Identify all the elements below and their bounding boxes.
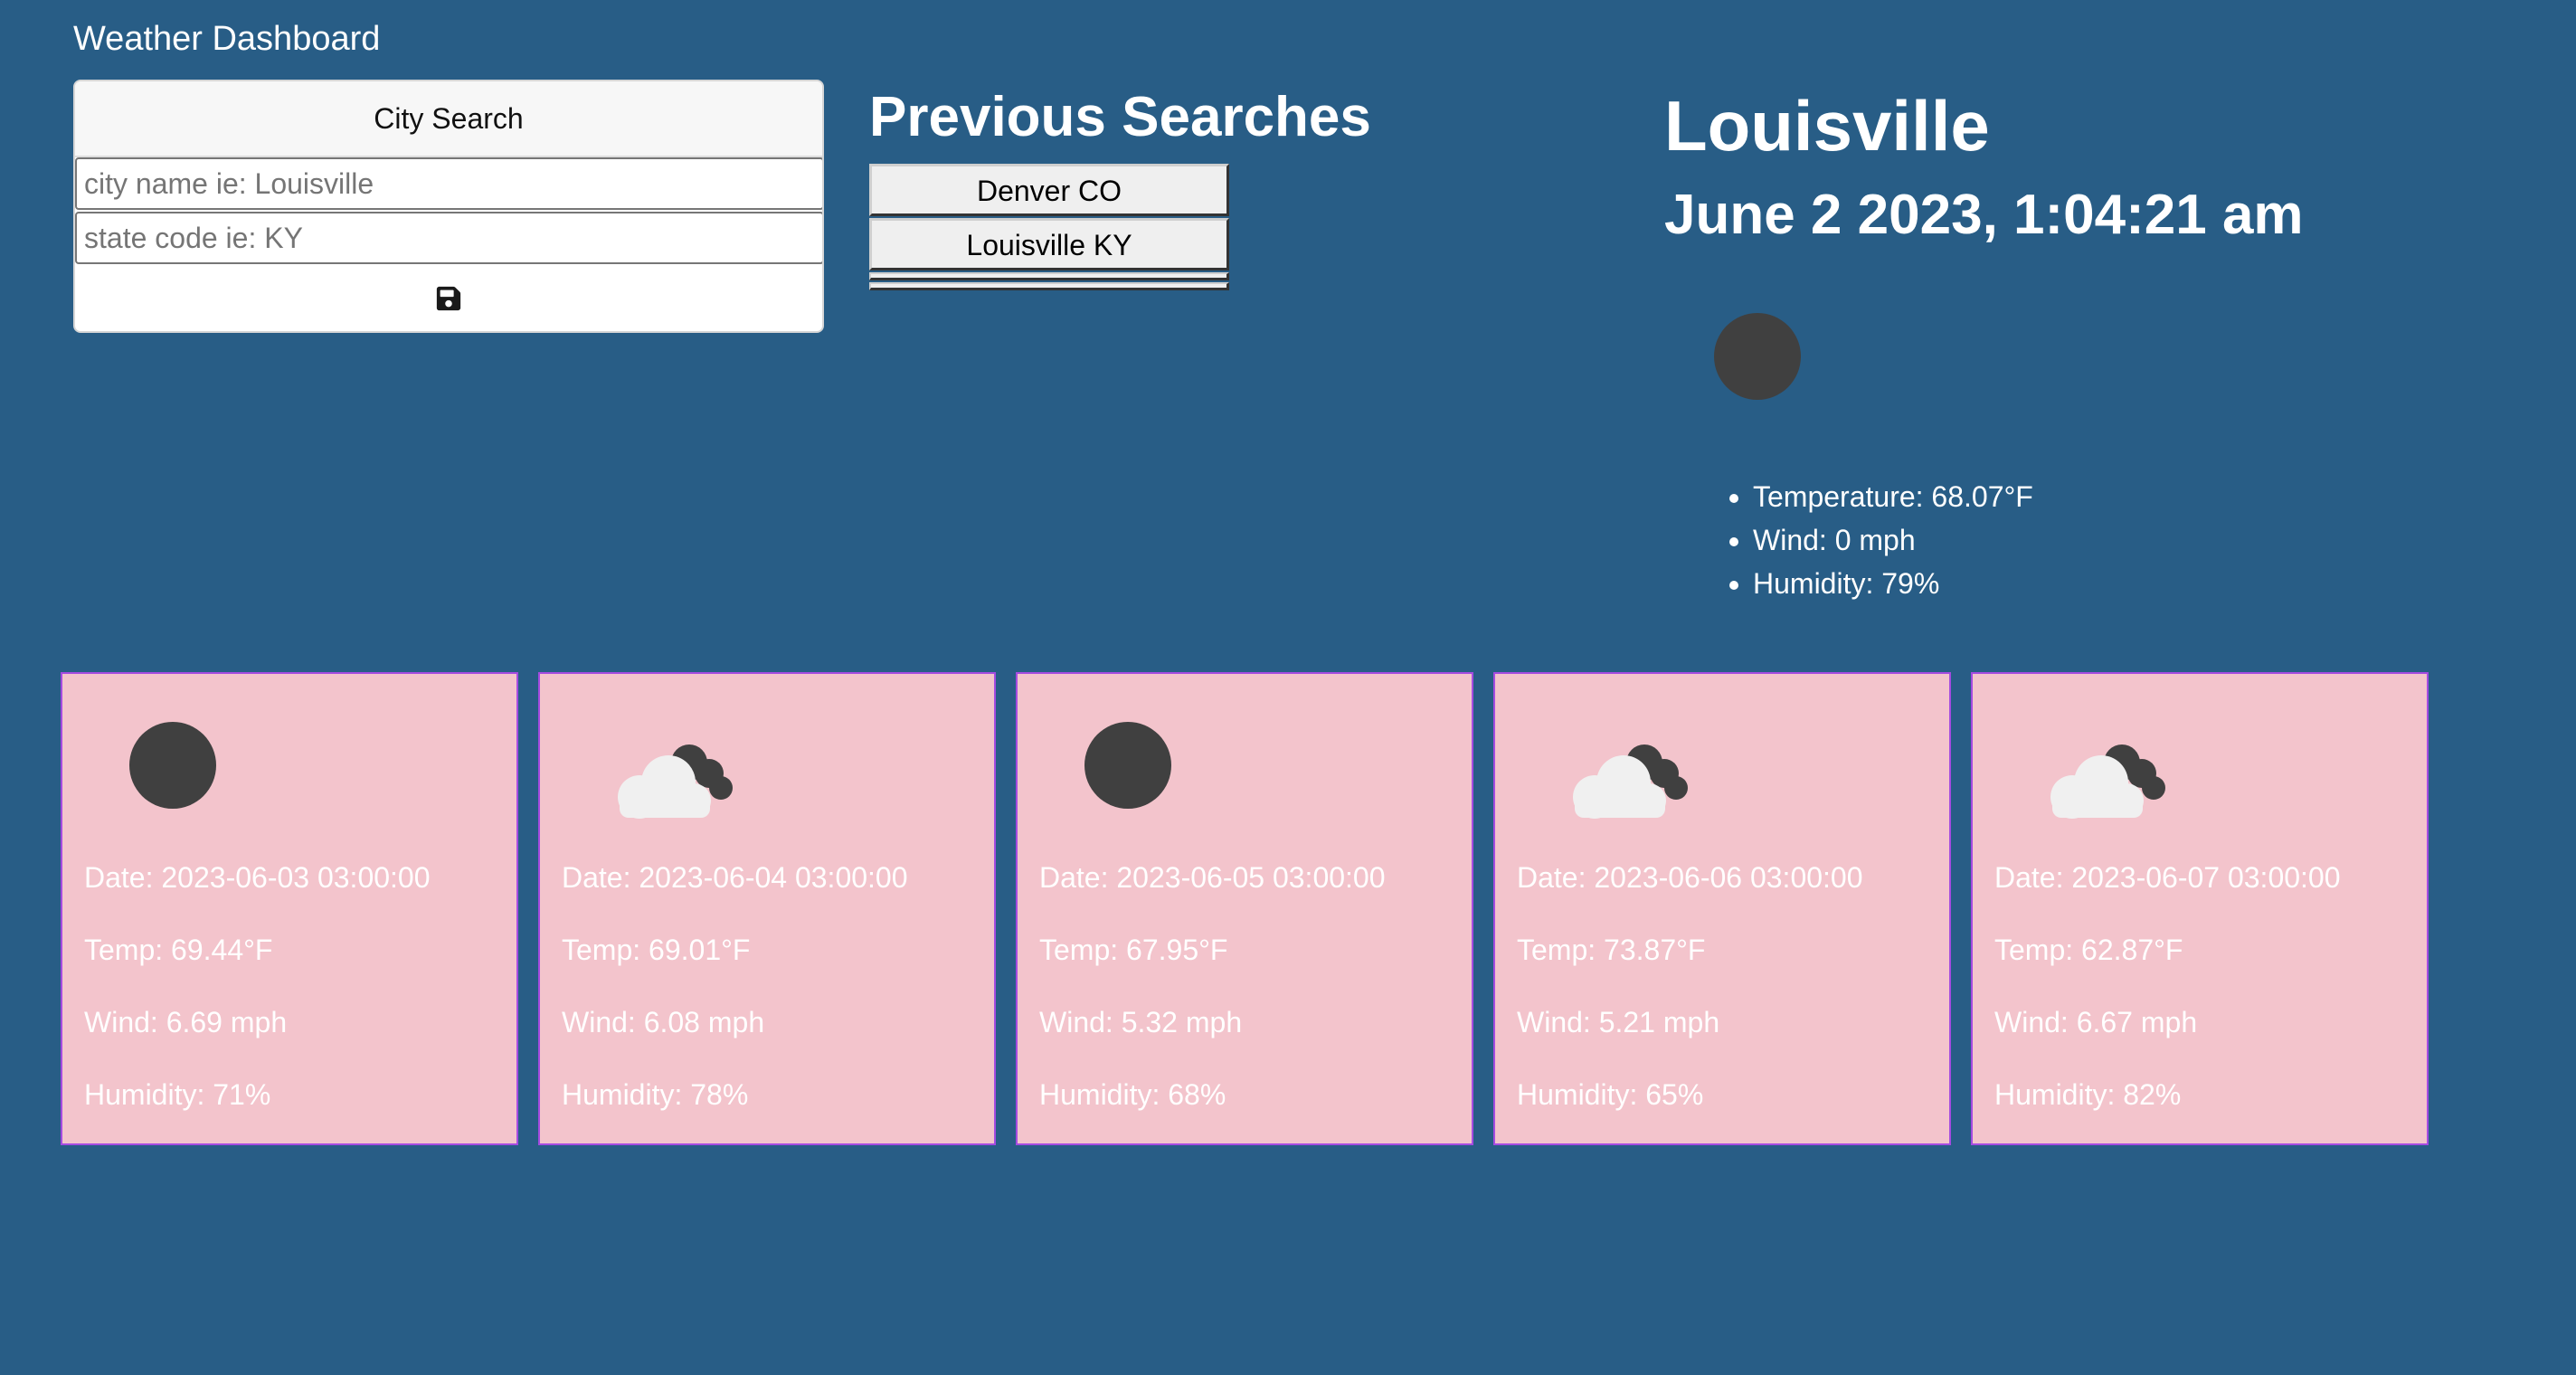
current-wind: Wind: 0 mph [1753,518,2033,562]
empty-previous-search-button[interactable] [869,272,1229,280]
forecast-row: Date: 2023-06-03 03:00:00 Temp: 69.44°F … [61,672,2429,1145]
forecast-temp: Temp: 73.87°F [1517,934,1706,966]
forecast-temp: Temp: 62.87°F [1994,934,2183,966]
forecast-date: Date: 2023-06-03 03:00:00 [84,861,431,894]
forecast-card: Date: 2023-06-05 03:00:00 Temp: 67.95°F … [1016,672,1473,1145]
state-code-input[interactable] [75,212,822,264]
forecast-wind: Wind: 5.21 mph [1517,1006,1720,1038]
save-button[interactable] [75,266,822,331]
moon-icon [1714,313,1801,400]
previous-searches-title: Previous Searches [869,86,1371,148]
cloudy-night-icon [2050,744,2165,819]
previous-search-button[interactable]: Louisville KY [869,218,1229,270]
forecast-date: Date: 2023-06-07 03:00:00 [1994,861,2341,894]
forecast-wind: Wind: 6.67 mph [1994,1006,2198,1038]
city-name-input[interactable] [75,157,822,210]
forecast-humidity: Humidity: 82% [1994,1078,2182,1111]
previous-searches-list: Denver CO Louisville KY [869,164,1229,292]
forecast-date: Date: 2023-06-04 03:00:00 [562,861,908,894]
current-humidity: Humidity: 79% [1753,562,2033,605]
city-search-card: City Search [73,80,824,333]
forecast-wind: Wind: 5.32 mph [1039,1006,1243,1038]
app-title: Weather Dashboard [73,20,381,58]
forecast-humidity: Humidity: 78% [562,1078,749,1111]
cloudy-night-icon [1573,744,1688,819]
forecast-temp: Temp: 67.95°F [1039,934,1228,966]
forecast-humidity: Humidity: 71% [84,1078,271,1111]
floppy-disk-icon [436,286,461,311]
forecast-wind: Wind: 6.69 mph [84,1006,288,1038]
city-search-header: City Search [75,81,822,157]
current-weather-details: Temperature: 68.07°F Wind: 0 mph Humidit… [1753,475,2033,605]
forecast-wind: Wind: 6.08 mph [562,1006,765,1038]
forecast-temp: Temp: 69.01°F [562,934,751,966]
moon-icon [129,722,216,809]
empty-previous-search-button[interactable] [869,282,1229,290]
forecast-card: Date: 2023-06-03 03:00:00 Temp: 69.44°F … [61,672,518,1145]
forecast-humidity: Humidity: 68% [1039,1078,1226,1111]
forecast-card: Date: 2023-06-07 03:00:00 Temp: 62.87°F … [1971,672,2429,1145]
forecast-card: Date: 2023-06-06 03:00:00 Temp: 73.87°F … [1493,672,1951,1145]
forecast-date: Date: 2023-06-06 03:00:00 [1517,861,1863,894]
moon-icon [1084,722,1171,809]
cloudy-night-icon [618,744,733,819]
current-temperature: Temperature: 68.07°F [1753,475,2033,518]
current-city-name: Louisville [1664,86,1990,166]
previous-search-button[interactable]: Denver CO [869,164,1229,216]
forecast-temp: Temp: 69.44°F [84,934,273,966]
forecast-card: Date: 2023-06-04 03:00:00 Temp: 69.01°F … [538,672,996,1145]
current-datetime: June 2 2023, 1:04:21 am [1664,184,2304,246]
forecast-date: Date: 2023-06-05 03:00:00 [1039,861,1386,894]
forecast-humidity: Humidity: 65% [1517,1078,1704,1111]
